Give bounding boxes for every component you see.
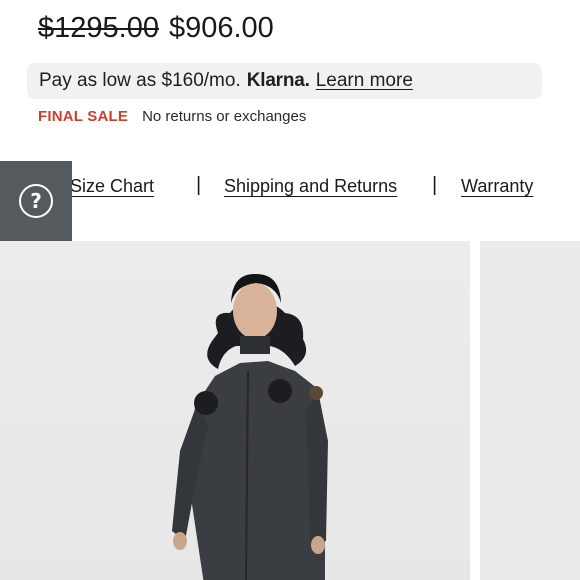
product-gallery [0, 241, 580, 580]
help-button[interactable]: ? [0, 161, 72, 241]
no-returns-text: No returns or exchanges [142, 107, 307, 125]
question-mark-icon: ? [19, 184, 53, 218]
product-image-main[interactable] [0, 241, 470, 580]
original-price: $1295.00 [38, 11, 159, 44]
klarna-installment-text: Pay as low as $160/mo. [39, 70, 241, 91]
klarna-banner: Pay as low as $160/mo. Klarna. Learn mor… [27, 63, 542, 99]
sale-price: $906.00 [168, 11, 274, 44]
price-row: $1295.00 $906.00 [38, 10, 274, 46]
warranty-link[interactable]: Warranty [461, 176, 533, 197]
link-separator: | [196, 174, 202, 196]
product-links: w Size Chart | Shipping and Returns | Wa… [0, 172, 580, 202]
final-sale-badge: FINAL SALE [38, 107, 129, 125]
shipping-returns-link[interactable]: Shipping and Returns [224, 176, 397, 197]
link-separator: | [432, 174, 438, 196]
product-photo [172, 273, 328, 580]
klarna-logo: Klarna. [246, 70, 310, 91]
product-image-next[interactable] [480, 241, 580, 580]
klarna-learn-more-link[interactable]: Learn more [316, 70, 413, 92]
sale-notice: FINAL SALE No returns or exchanges [38, 105, 306, 127]
